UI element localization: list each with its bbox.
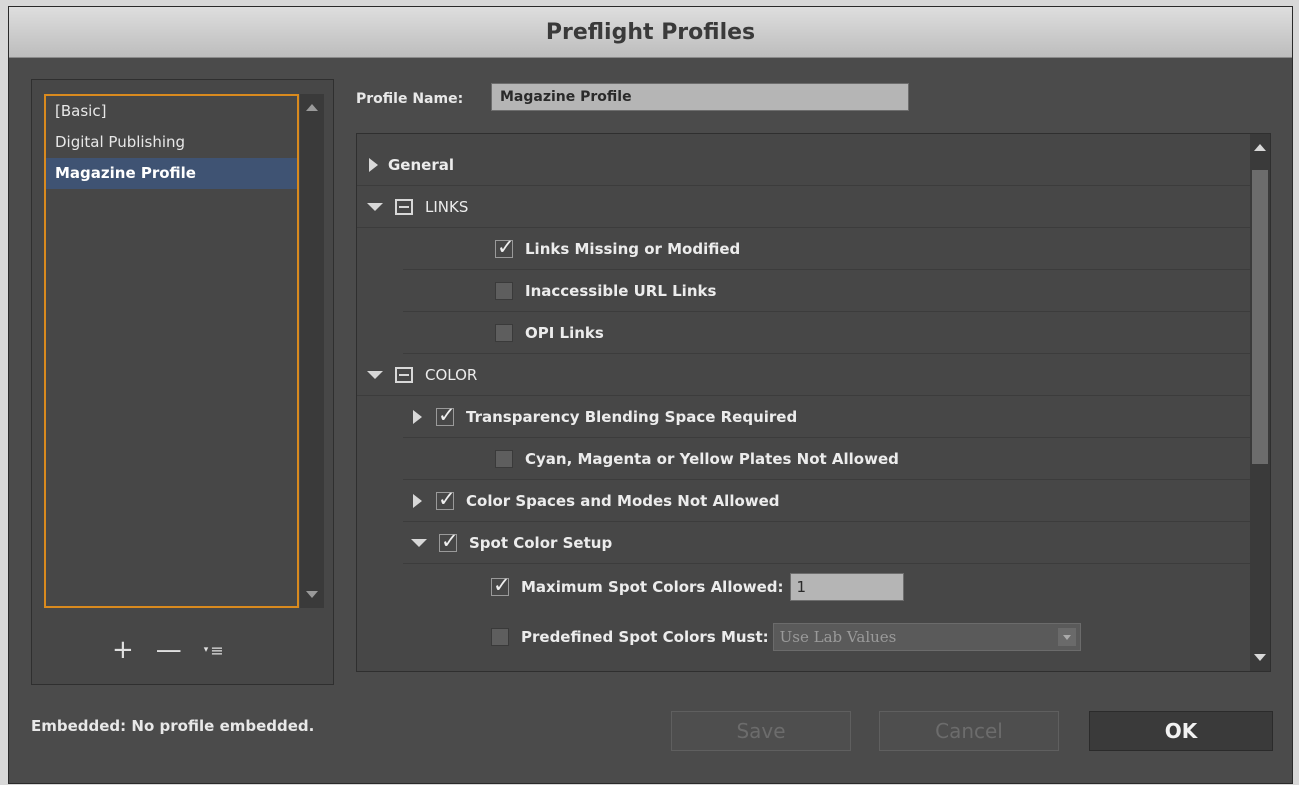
tree-row-color-spaces[interactable]: Color Spaces and Modes Not Allowed	[403, 480, 1251, 522]
profile-list-panel: [Basic] Digital Publishing Magazine Prof…	[31, 79, 334, 685]
tree-row-opi-links[interactable]: OPI Links	[403, 312, 1251, 354]
preflight-profiles-dialog: Preflight Profiles [Basic] Digital Publi…	[8, 6, 1293, 784]
profile-name-input[interactable]	[491, 83, 909, 111]
transparency-label: Transparency Blending Space Required	[466, 407, 798, 426]
title-bar: Preflight Profiles	[9, 7, 1292, 58]
predefined-spot-label: Predefined Spot Colors Must:	[521, 628, 769, 646]
partial-check-icon[interactable]	[395, 198, 413, 215]
tree-row-general[interactable]: General	[357, 144, 1251, 186]
color-label: COLOR	[425, 365, 478, 384]
profile-list[interactable]: [Basic] Digital Publishing Magazine Prof…	[44, 94, 299, 608]
tree-row-transparency[interactable]: Transparency Blending Space Required	[403, 396, 1251, 438]
cmy-plates-label: Cyan, Magenta or Yellow Plates Not Allow…	[525, 449, 899, 468]
embedded-status: Embedded: No profile embedded.	[31, 717, 315, 735]
collapse-down-icon[interactable]	[411, 538, 427, 547]
spot-color-setup-checkbox[interactable]	[439, 529, 459, 553]
links-missing-checkbox[interactable]	[495, 235, 515, 259]
predefined-spot-value: Use Lab Values	[779, 628, 897, 646]
tree-row-color[interactable]: COLOR	[357, 354, 1251, 396]
cmy-plates-checkbox[interactable]	[495, 449, 513, 468]
tree-row-cmy-plates[interactable]: Cyan, Magenta or Yellow Plates Not Allow…	[403, 438, 1251, 480]
ok-button[interactable]: OK	[1089, 711, 1273, 751]
scroll-down-icon[interactable]	[306, 591, 318, 598]
profile-item-magazine-profile[interactable]: Magazine Profile	[46, 158, 297, 189]
menu-lines-icon: ≡	[210, 640, 224, 660]
collapse-down-icon[interactable]	[367, 370, 383, 379]
opi-links-checkbox[interactable]	[495, 323, 513, 342]
color-spaces-checkbox[interactable]	[436, 487, 456, 511]
scroll-thumb[interactable]	[1252, 170, 1268, 464]
remove-profile-button[interactable]: —	[156, 635, 182, 665]
scroll-down-icon[interactable]	[1254, 654, 1266, 661]
links-missing-label: Links Missing or Modified	[525, 239, 741, 258]
profile-item-basic[interactable]: [Basic]	[46, 96, 297, 127]
expand-right-icon[interactable]	[369, 157, 378, 172]
add-profile-button[interactable]: +	[112, 635, 134, 665]
inaccessible-url-checkbox[interactable]	[495, 281, 513, 300]
tree-row-predefined-spot: Predefined Spot Colors Must: Use Lab Val…	[357, 614, 1251, 660]
tree-row-links[interactable]: LINKS	[357, 186, 1251, 228]
profile-item-digital-publishing[interactable]: Digital Publishing	[46, 127, 297, 158]
scroll-up-icon[interactable]	[306, 104, 318, 111]
expand-right-icon[interactable]	[413, 409, 422, 424]
color-spaces-label: Color Spaces and Modes Not Allowed	[466, 491, 780, 510]
preflight-rules-tree: General LINKS Links Missing or Modified …	[356, 133, 1271, 672]
tree-scrollbar[interactable]	[1250, 134, 1270, 671]
inaccessible-url-label: Inaccessible URL Links	[525, 281, 717, 300]
tree-row-links-missing[interactable]: Links Missing or Modified	[403, 228, 1251, 270]
opi-links-label: OPI Links	[525, 323, 604, 342]
dialog-title: Preflight Profiles	[545, 19, 756, 45]
profile-list-tools: + — ▾ ≡	[112, 635, 224, 665]
tree-row-inaccessible-url[interactable]: Inaccessible URL Links	[403, 270, 1251, 312]
profile-list-scrollbar[interactable]	[300, 94, 324, 608]
max-spot-colors-label: Maximum Spot Colors Allowed:	[521, 578, 784, 596]
collapse-down-icon[interactable]	[367, 202, 383, 211]
general-label: General	[388, 155, 454, 174]
dropdown-arrow-icon[interactable]	[1057, 628, 1076, 646]
cancel-button[interactable]: Cancel	[879, 711, 1059, 751]
max-spot-colors-input[interactable]	[789, 573, 904, 601]
predefined-spot-select[interactable]: Use Lab Values	[772, 623, 1081, 651]
spot-color-setup-label: Spot Color Setup	[469, 533, 613, 552]
scroll-up-icon[interactable]	[1254, 144, 1266, 151]
tree-row-max-spot-colors: Maximum Spot Colors Allowed:	[357, 564, 1251, 610]
menu-triangle-icon: ▾	[203, 645, 209, 655]
max-spot-colors-checkbox[interactable]	[491, 573, 511, 597]
tree-row-spot-color-setup[interactable]: Spot Color Setup	[403, 522, 1251, 564]
predefined-spot-checkbox[interactable]	[491, 628, 509, 646]
partial-check-icon[interactable]	[395, 366, 413, 383]
links-label: LINKS	[425, 197, 469, 216]
profile-name-label: Profile Name:	[356, 91, 464, 107]
save-button[interactable]: Save	[671, 711, 851, 751]
transparency-checkbox[interactable]	[436, 403, 456, 427]
profile-menu-button[interactable]: ▾ ≡	[204, 641, 224, 660]
expand-right-icon[interactable]	[413, 493, 422, 508]
